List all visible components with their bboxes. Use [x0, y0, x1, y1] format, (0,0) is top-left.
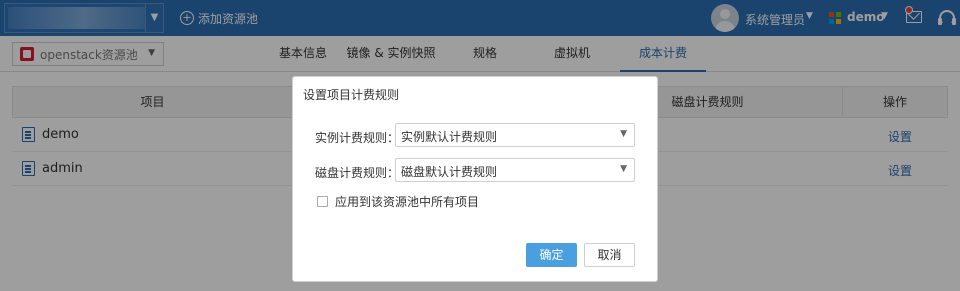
- instance-rule-value: 实例默认计费规则: [401, 130, 498, 144]
- apply-to-all-checkbox[interactable]: [317, 196, 328, 207]
- apply-to-all-label[interactable]: 应用到该资源池中所有项目: [335, 193, 479, 210]
- cancel-button[interactable]: 取消: [584, 243, 635, 267]
- dialog-title: 设置项目计费规则: [303, 88, 400, 102]
- project-billing-rule-dialog: 设置项目计费规则 实例计费规则： 实例默认计费规则 ▼ 磁盘计费规则： 磁盘默认…: [292, 76, 658, 282]
- disk-rule-label: 磁盘计费规则：: [315, 166, 400, 180]
- instance-rule-select[interactable]: 实例默认计费规则 ▼: [395, 123, 635, 147]
- chevron-down-icon[interactable]: ▼: [620, 164, 627, 174]
- disk-rule-select[interactable]: 磁盘默认计费规则 ▼: [395, 158, 635, 182]
- disk-rule-value: 磁盘默认计费规则: [401, 165, 498, 179]
- instance-rule-label: 实例计费规则：: [315, 131, 400, 145]
- confirm-button[interactable]: 确定: [526, 243, 577, 267]
- chevron-down-icon[interactable]: ▼: [620, 129, 627, 139]
